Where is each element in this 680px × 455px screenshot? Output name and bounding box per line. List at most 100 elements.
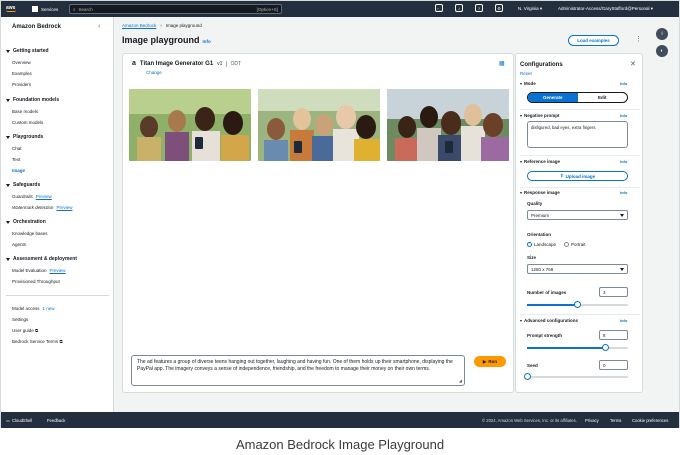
seed-input[interactable]: 0 <box>599 360 628 370</box>
sidebar-item-providers[interactable]: Providers <box>12 82 31 87</box>
upload-icon: ⇪ <box>559 173 564 178</box>
negative-prompt-section[interactable]: Negative prompt <box>520 113 560 118</box>
external-link-icon: ⧉ <box>59 339 63 344</box>
breadcrumb-current: Image playground <box>165 23 202 28</box>
prompt-text: The ad features a group of diverse teens… <box>137 359 453 372</box>
negative-prompt-info-link[interactable]: Info <box>620 113 627 118</box>
preview-badge: Preview <box>49 268 66 273</box>
info-link[interactable]: Info <box>203 39 211 44</box>
cookie-preferences-link[interactable]: Cookie preferences <box>632 418 668 423</box>
resize-handle-icon[interactable]: ◢ <box>459 377 462 384</box>
size-select[interactable]: 1280 x 768 <box>527 264 628 274</box>
right-rail: i ◐ <box>656 28 668 57</box>
region-selector[interactable]: N. Virginia ▾ <box>518 6 542 12</box>
slider-thumb[interactable] <box>523 373 531 380</box>
bell-icon[interactable]: ♪ <box>455 4 463 12</box>
sidebar-item-custom-models[interactable]: Custom models <box>12 120 43 125</box>
model-version: v1 <box>217 60 223 67</box>
sidebar-section-playgrounds[interactable]: Playgrounds <box>6 134 43 140</box>
advanced-configurations-section[interactable]: Advanced configurations <box>520 318 578 323</box>
sidebar-section-orchestration[interactable]: Orchestration <box>6 219 46 225</box>
prompt-strength-slider[interactable] <box>527 344 628 351</box>
console-window: aws Services ⌕ Search [Option+S] ›_ ♪ ? … <box>0 0 680 428</box>
prompt-input[interactable]: The ad features a group of diverse teens… <box>131 355 465 386</box>
account-menu[interactable]: Administrator-Access/GaryStafford@Person… <box>558 6 653 12</box>
change-model-link[interactable]: Change <box>146 70 162 75</box>
mode-edit-option[interactable]: Edit <box>578 93 628 102</box>
page-title: Image playground Info <box>122 35 211 45</box>
upload-image-button[interactable]: ⇪ Upload image <box>527 171 628 181</box>
generated-image-2[interactable] <box>258 89 380 161</box>
terms-link[interactable]: Terms <box>610 418 621 423</box>
feedback-link[interactable]: Feedback <box>47 418 65 423</box>
search-shortcut: [Option+S] <box>256 6 278 12</box>
slider-thumb[interactable] <box>574 301 581 308</box>
sidebar-item-provisioned-throughput[interactable]: Provisioned Throughput <box>12 279 60 284</box>
sidebar-item-text[interactable]: Text <box>12 157 20 162</box>
sidebar-item-base-models[interactable]: Base models <box>12 109 38 114</box>
sidebar-item-examples[interactable]: Examples <box>12 71 32 76</box>
mode-info-link[interactable]: Info <box>620 81 627 86</box>
orientation-radio-group: Landscape Portrait <box>527 242 586 247</box>
reference-image-section[interactable]: Reference image <box>520 159 560 164</box>
sidebar-item-model-access[interactable]: Model access 1 new <box>12 306 55 311</box>
prompt-strength-input[interactable]: 8 <box>599 330 628 340</box>
reference-image-info-link[interactable]: Info <box>620 159 627 164</box>
gear-icon[interactable]: ⚙ <box>495 4 503 12</box>
sidebar-item-service-terms[interactable]: Bedrock Service Terms ⧉ <box>12 339 63 344</box>
sidebar-section-getting-started[interactable]: Getting started <box>6 48 49 54</box>
cloudshell-button[interactable]: ▭ CloudShell <box>6 418 32 423</box>
advanced-info-link[interactable]: Info <box>620 318 627 323</box>
mode-generate-option[interactable]: Generate <box>528 93 578 102</box>
seed-slider[interactable] <box>523 373 628 380</box>
info-panel-icon[interactable]: i <box>656 28 668 40</box>
breadcrumb-root[interactable]: Amazon Bedrock <box>122 23 156 28</box>
search-input[interactable]: ⌕ Search [Option+S] <box>69 4 282 14</box>
close-icon[interactable]: ✕ <box>630 60 636 68</box>
help-icon[interactable]: ? <box>475 4 483 12</box>
sidebar-item-chat[interactable]: Chat <box>12 146 22 151</box>
generated-image-3[interactable] <box>387 89 509 161</box>
sidebar-item-watermark-detection[interactable]: Watermark detection Preview <box>12 205 72 210</box>
breadcrumb: Amazon Bedrock › Image playground <box>122 23 202 28</box>
response-image-info-link[interactable]: Info <box>620 190 627 195</box>
slider-thumb[interactable] <box>602 344 610 351</box>
sidebar-item-settings[interactable]: Settings <box>12 317 28 322</box>
generated-image-1[interactable] <box>129 89 251 161</box>
sidebar-item-user-guide[interactable]: User guide ⧉ <box>12 328 38 333</box>
footer: ▭ CloudShell Feedback © 2024, Amazon Web … <box>1 412 679 428</box>
orientation-portrait-radio[interactable]: Portrait <box>564 242 586 247</box>
sidebar-section-foundation-models[interactable]: Foundation models <box>6 97 59 103</box>
configurations-panel: Configurations ✕ Reset Mode Info Generat… <box>515 53 643 393</box>
generated-image-2-art <box>258 89 380 161</box>
aws-logo[interactable]: aws <box>6 6 22 12</box>
load-examples-button[interactable]: Load examples <box>568 35 619 46</box>
sidebar-item-overview[interactable]: Overview <box>12 60 31 65</box>
cloudshell-icon[interactable]: ›_ <box>435 4 443 12</box>
negative-prompt-input[interactable]: disfigured, bad eyes, extra fingers <box>527 121 628 148</box>
feedback-icon[interactable]: ◐ <box>656 45 668 57</box>
run-button[interactable]: ▶ Run <box>474 356 506 367</box>
sidebar-section-safeguards[interactable]: Safeguards <box>6 182 40 188</box>
more-options-icon[interactable]: ⋮ <box>635 35 642 43</box>
services-menu[interactable]: Services <box>32 6 58 12</box>
seed-label: Seed <box>527 363 538 368</box>
compare-icon[interactable]: ▦ <box>499 60 505 67</box>
external-link-icon: ⧉ <box>35 328 39 333</box>
reset-link[interactable]: Reset <box>520 71 532 76</box>
sidebar-item-image[interactable]: Image <box>12 168 25 173</box>
privacy-link[interactable]: Privacy <box>585 418 599 423</box>
sidebar-section-assessment-deployment[interactable]: Assessment & deployment <box>6 256 77 262</box>
number-of-images-slider[interactable] <box>527 301 628 308</box>
orientation-landscape-radio[interactable]: Landscape <box>527 242 556 247</box>
response-image-section[interactable]: Response image <box>520 190 560 195</box>
size-label: Size <box>527 255 537 260</box>
sidebar-item-model-evaluation[interactable]: Model Evaluation Preview <box>12 268 66 273</box>
mode-section[interactable]: Mode <box>520 81 536 86</box>
quality-select[interactable]: Premium <box>527 210 628 220</box>
close-icon[interactable]: ‹ <box>98 23 100 30</box>
sidebar-item-knowledge-bases[interactable]: Knowledge bases <box>12 231 48 236</box>
sidebar-item-agents[interactable]: Agents <box>12 242 26 247</box>
number-of-images-input[interactable]: 3 <box>599 287 628 297</box>
sidebar-item-guardrails[interactable]: Guardrails Preview <box>12 194 52 199</box>
